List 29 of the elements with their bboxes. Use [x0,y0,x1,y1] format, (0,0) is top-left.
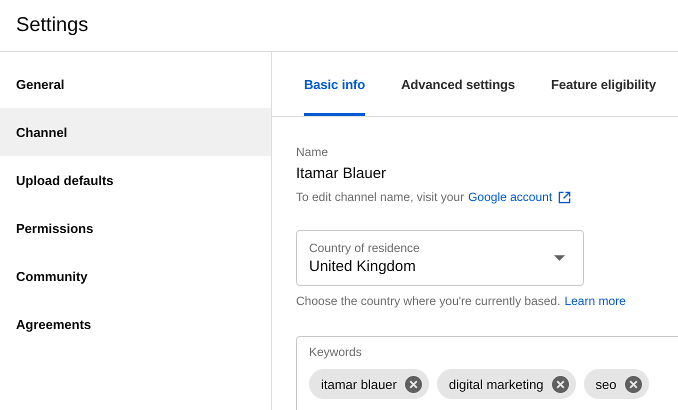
sidebar-item[interactable]: Community [0,252,271,300]
chip-text: seo [596,376,616,392]
sidebar-item[interactable]: Upload defaults [0,156,271,204]
tab[interactable]: Feature eligibility [551,52,656,116]
tab[interactable]: Basic info [304,52,366,116]
dropdown-label: Country of residence [309,241,420,255]
link[interactable]: Google account [468,190,552,204]
external-link-icon[interactable] [558,190,572,204]
caret-icon [554,255,565,261]
field-label: Name [296,145,330,159]
hint-text: To edit channel name, visit your [296,190,464,204]
sidebar-item[interactable]: Agreements [0,300,271,348]
sidebar-item[interactable]: General [0,60,271,108]
dropdown-value: United Kingdom [309,258,417,275]
link[interactable]: Learn more [564,294,626,308]
sidebar-item[interactable]: Channel [0,108,271,156]
chip-text: digital marketing [448,376,544,392]
channel-name: Itamar Blauer [296,165,388,182]
keywords-field[interactable]: Keywords itamar blauer digital marketing seo [296,336,678,410]
field-label: Keywords [309,345,363,359]
tab[interactable]: Advanced settings [401,52,516,116]
chip-text: itamar blauer [321,376,397,392]
remove-icon[interactable] [552,376,569,392]
sidebar-item[interactable]: Permissions [0,204,271,252]
hint-text: Choose the country where you're currently based. [296,294,560,308]
remove-icon[interactable] [404,376,422,392]
remove-icon[interactable] [624,376,642,392]
country-dropdown[interactable]: Country of residence United Kingdom [296,230,584,286]
page-title: Settings [16,14,88,37]
